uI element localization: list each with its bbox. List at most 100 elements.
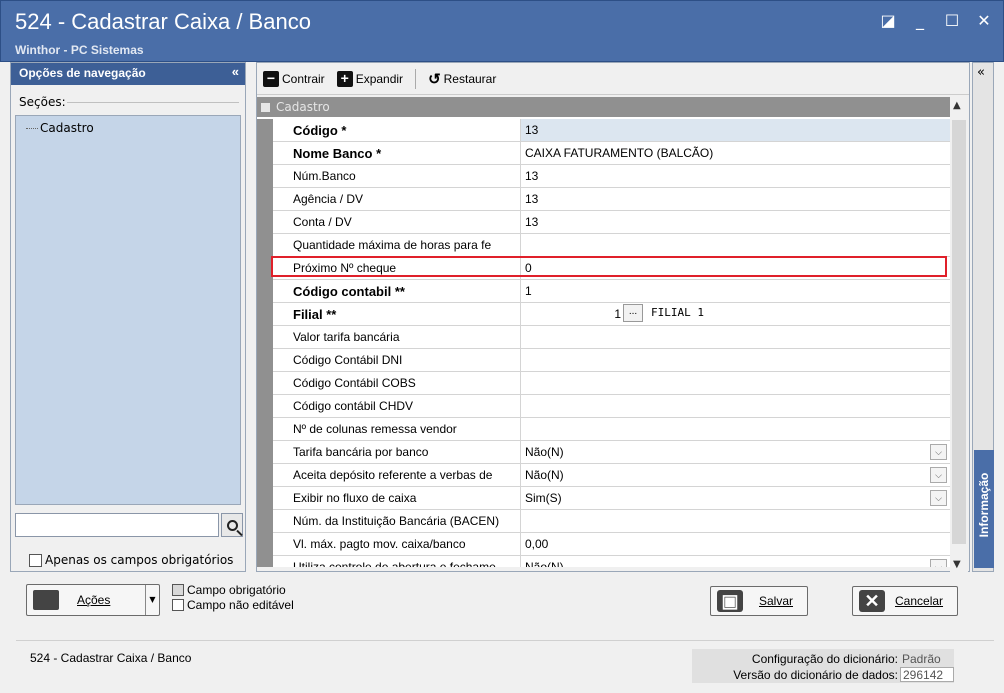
nav-search-input[interactable] (15, 513, 219, 537)
field-value[interactable] (521, 510, 951, 533)
row-gutter (257, 257, 273, 280)
field-label: Nº de colunas remessa vendor (273, 418, 521, 441)
field-select[interactable]: Sim(S) ⌵ (521, 487, 951, 510)
row-gutter (257, 326, 273, 349)
minimize-icon[interactable]: _ (911, 11, 929, 30)
category-header[interactable]: Cadastro (257, 97, 951, 117)
field-label: Exibir no fluxo de caixa (273, 487, 521, 510)
info-tab[interactable]: Informação (974, 450, 994, 568)
field-value[interactable] (521, 234, 951, 257)
chevron-down-icon[interactable]: ⌵ (930, 444, 947, 460)
table-row[interactable]: Utiliza controle de abertura e fechame Nã… (257, 556, 951, 567)
chevron-down-icon[interactable]: ⌵ (930, 490, 947, 506)
property-grid: Cadastro Código * 13 Nome Banco * CAIXA FAT… (257, 97, 951, 567)
collapse-right-icon[interactable]: « (977, 65, 985, 80)
legend-required: Campo obrigatório (172, 582, 294, 597)
table-row[interactable]: Valor tarifa bancária (257, 326, 951, 349)
save-icon: ▣ (717, 590, 743, 612)
field-value-text: 13 (525, 123, 539, 137)
field-value[interactable]: 13 (521, 188, 951, 211)
dropdown-arrow-icon[interactable]: ▼ (145, 585, 159, 615)
table-row[interactable]: Código Contábil COBS (257, 372, 951, 395)
collapse-label: Contrair (282, 71, 325, 86)
field-select[interactable]: Não(N) ⌵ (521, 464, 951, 487)
maximize-icon[interactable]: ☐ (943, 11, 961, 30)
field-label: Nome Banco * (273, 142, 521, 165)
required-only-option[interactable]: Apenas os campos obrigatórios (29, 553, 233, 567)
row-gutter (257, 464, 273, 487)
table-row[interactable]: Código * 13 (257, 119, 951, 142)
field-label: Utiliza controle de abertura e fechame (273, 556, 521, 567)
table-row[interactable]: Nome Banco * CAIXA FATURAMENTO (BALCÃO) (257, 142, 951, 165)
dict-config-value: Padrão (902, 652, 941, 666)
collapse-category-icon[interactable] (261, 103, 270, 112)
table-row[interactable]: Código contábil CHDV (257, 395, 951, 418)
field-value-text: 13 (525, 169, 539, 183)
field-label: Código contábil CHDV (273, 395, 521, 418)
table-row[interactable]: Nº de colunas remessa vendor (257, 418, 951, 441)
table-row[interactable]: Próximo Nº cheque 0 (257, 257, 951, 280)
grid-toolbar: − Contrair + Expandir ↺ Restaurar (257, 63, 969, 95)
table-row[interactable]: Aceita depósito referente a verbas de Não… (257, 464, 951, 487)
window-subtitle: Winthor - PC Sistemas (15, 43, 144, 57)
scroll-up-icon[interactable]: ▲ (953, 100, 961, 111)
row-gutter (257, 303, 273, 326)
field-value[interactable]: 13 (521, 165, 951, 188)
field-value[interactable]: CAIXA FATURAMENTO (BALCÃO) (521, 142, 951, 165)
table-row[interactable]: Código Contábil DNI (257, 349, 951, 372)
table-row[interactable]: Vl. máx. pagto mov. caixa/banco 0,00 (257, 533, 951, 556)
field-value[interactable]: 1... FILIAL 1 (521, 303, 951, 326)
navigation-header-label: Opções de navegação (19, 66, 146, 80)
field-value[interactable]: 1 (521, 280, 951, 303)
field-value[interactable]: 13 (521, 211, 951, 234)
close-icon[interactable]: ✕ (975, 11, 993, 30)
actions-label: Ações (77, 593, 111, 607)
chevron-down-icon[interactable]: ⌵ (930, 559, 947, 567)
table-row[interactable]: Núm.Banco 13 (257, 165, 951, 188)
cancel-button[interactable]: ✕ Cancelar (852, 586, 958, 616)
table-row[interactable]: Filial ** 1... FILIAL 1 (257, 303, 951, 326)
table-row[interactable]: Agência / DV 13 (257, 188, 951, 211)
field-value[interactable] (521, 372, 951, 395)
expand-button[interactable]: + Expandir (336, 70, 403, 87)
field-value[interactable]: 0 (521, 257, 951, 280)
restore-button[interactable]: ↺ Restaurar (428, 70, 496, 88)
field-select[interactable]: Não(N) ⌵ (521, 556, 951, 567)
restore-icon[interactable]: ◪ (879, 11, 897, 30)
actions-button[interactable]: Ações ▼ (26, 584, 160, 616)
chevron-down-icon[interactable]: ⌵ (930, 467, 947, 483)
field-label: Aceita depósito referente a verbas de (273, 464, 521, 487)
table-row[interactable]: Tarifa bancária por banco Não(N) ⌵ (257, 441, 951, 464)
field-label: Filial ** (273, 303, 521, 326)
field-label: Tarifa bancária por banco (273, 441, 521, 464)
scrollbar-thumb[interactable] (952, 120, 966, 544)
field-value[interactable]: 0,00 (521, 533, 951, 556)
field-value[interactable] (521, 418, 951, 441)
nav-search-button[interactable] (221, 513, 243, 537)
collapse-left-icon[interactable]: « (232, 64, 239, 79)
table-row[interactable]: Núm. da Instituição Bancária (BACEN) (257, 510, 951, 533)
scroll-down-icon[interactable]: ▼ (953, 559, 961, 570)
field-value[interactable] (521, 349, 951, 372)
collapse-button[interactable]: − Contrair (263, 70, 325, 87)
grid-scrollbar[interactable]: ▲ ▼ (950, 96, 968, 572)
row-gutter (257, 556, 273, 567)
minus-icon: − (263, 70, 279, 87)
field-value[interactable]: 13 (521, 119, 951, 142)
field-value-text: Sim(S) (525, 491, 562, 505)
tree-item-cadastro[interactable]: Cadastro (26, 121, 94, 135)
field-value[interactable] (521, 395, 951, 418)
table-row[interactable]: Quantidade máxima de horas para fe (257, 234, 951, 257)
table-row[interactable]: Código contabil ** 1 (257, 280, 951, 303)
required-only-checkbox[interactable] (29, 553, 42, 567)
table-row[interactable]: Exibir no fluxo de caixa Sim(S) ⌵ (257, 487, 951, 510)
actions-icon (33, 590, 59, 610)
field-value[interactable] (521, 326, 951, 349)
field-select[interactable]: Não(N) ⌵ (521, 441, 951, 464)
lookup-button[interactable]: ... (623, 304, 643, 322)
field-label: Vl. máx. pagto mov. caixa/banco (273, 533, 521, 556)
table-row[interactable]: Conta / DV 13 (257, 211, 951, 234)
navigation-panel: Opções de navegação « Seções: Cadastro A… (10, 62, 246, 572)
save-button[interactable]: ▣ Salvar (710, 586, 808, 616)
filial-code[interactable]: 1 (601, 307, 621, 321)
